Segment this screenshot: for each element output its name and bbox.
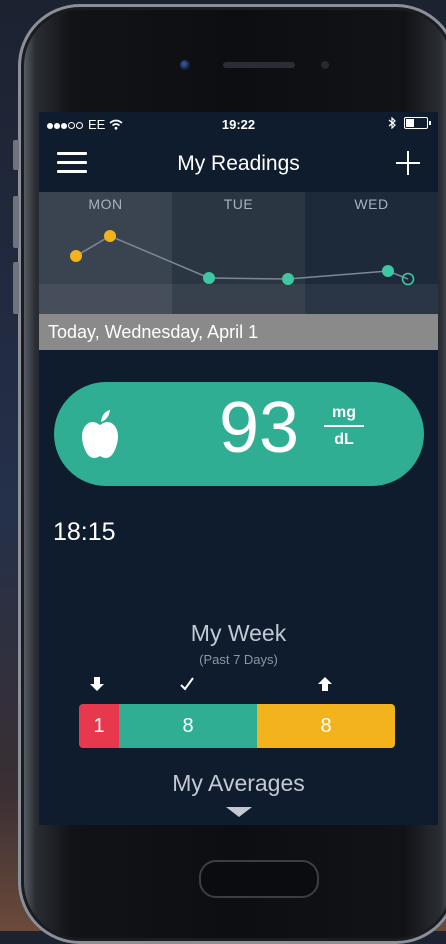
reading-point-mon-1[interactable] [70,250,82,262]
expand-averages-icon[interactable] [226,807,252,817]
chart-plot [70,230,415,286]
reading-time: 18:15 [53,518,116,546]
date-banner: Today, Wednesday, April 1 [39,314,438,350]
app-screen: EE 19:22 My Readings MON TUE WED Today, … [39,112,438,825]
arrow-down-icon [90,677,104,691]
reading-value: 93 [218,388,300,468]
reading-point-tue-2[interactable] [282,273,294,285]
proximity-sensor [321,61,329,69]
unit-numerator: mg [324,404,364,427]
volume-down-button [13,262,19,314]
reading-unit: mg dL [324,404,364,449]
check-icon [180,677,194,691]
bluetooth-icon [388,117,396,129]
page-title: My Readings [177,152,300,175]
reading-point-mon-2[interactable] [104,230,116,242]
add-reading-icon[interactable] [396,151,420,175]
mute-switch [13,140,19,170]
unit-denominator: dL [334,431,354,448]
battery-icon [404,117,431,129]
week-title: My Week [190,620,287,646]
week-segment-high[interactable]: 8 [257,704,395,748]
averages-title[interactable]: My Averages [39,770,438,797]
week-distribution-bar[interactable]: 1 8 8 [79,704,395,748]
status-bar: EE 19:22 [39,112,438,138]
arrow-up-icon [318,677,332,691]
reading-point-tue-1[interactable] [203,272,215,284]
reading-card[interactable]: 93 mg dL [54,382,424,486]
week-subtitle: (Past 7 Days) [199,652,278,667]
front-camera [180,60,190,70]
apple-icon [82,410,118,458]
readings-chart[interactable]: MON TUE WED [39,192,438,314]
week-segment-in-range[interactable]: 8 [119,704,257,748]
reading-point-wed-1[interactable] [382,265,394,277]
home-button[interactable] [199,860,319,898]
trend-line [75,235,409,280]
earpiece-speaker [223,62,295,68]
week-segment-low[interactable]: 1 [79,704,119,748]
status-time: 19:22 [221,117,256,132]
week-legend-icons [39,676,438,698]
volume-up-button [13,196,19,248]
nav-bar: My Readings [39,142,438,186]
